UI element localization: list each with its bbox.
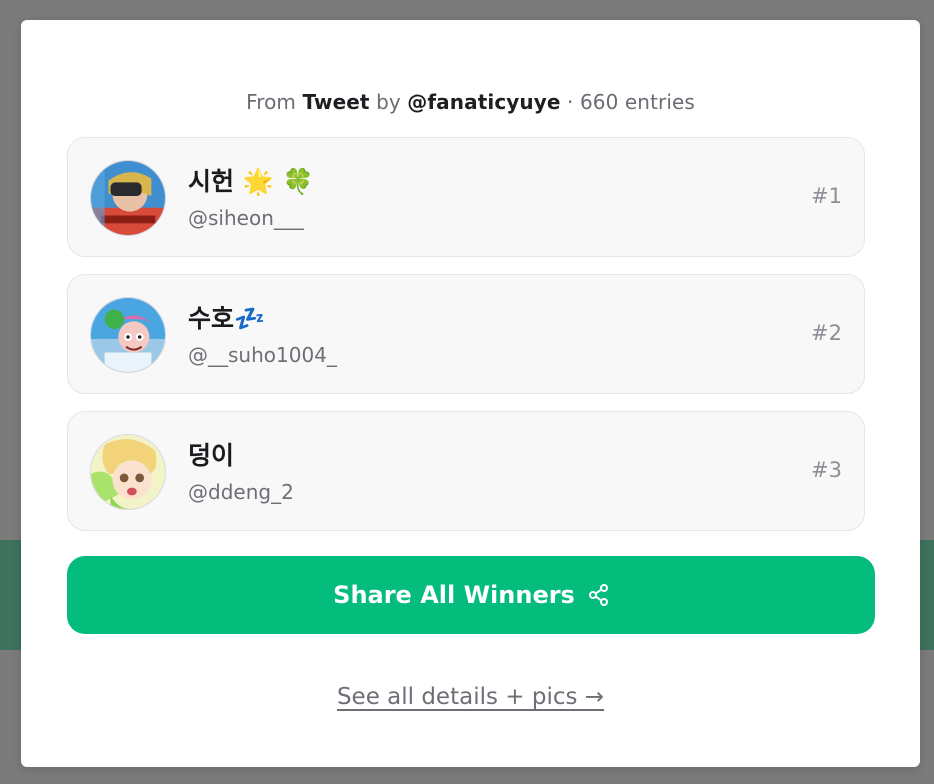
share-button-label: Share All Winners [333,581,575,609]
winner-card-1[interactable]: 시헌 🌟 🍀 @siheon___ #1 [67,137,865,257]
winner-rank: #1 [811,184,842,208]
winner-handle: @siheon___ [188,206,304,230]
winner-handle: @ddeng_2 [188,480,294,504]
source-separator: · [567,90,574,114]
avatar-photo-icon [90,160,166,236]
source-by: by [376,90,401,114]
source-type: Tweet [302,90,370,114]
winner-rank: #2 [811,321,842,345]
source-author: @fanaticyuye [407,90,561,114]
avatar-anime-icon [90,434,166,510]
share-icon [588,584,609,606]
winner-name: 덩이 [188,441,235,470]
see-all-details-link[interactable]: See all details + pics → [21,684,920,710]
winner-rank: #3 [811,458,842,482]
source-line: From Tweet by @fanaticyuye · 660 entries [21,90,920,114]
avatar-cartoon-icon [90,297,166,373]
entry-count: 660 entries [579,90,695,114]
winners-modal: From Tweet by @fanaticyuye · 660 entries… [21,20,920,767]
winner-name: 수호💤 [188,304,266,333]
winner-name: 시헌 🌟 🍀 [188,167,314,196]
source-prefix: From [246,90,297,114]
winner-handle: @__suho1004_ [188,343,337,367]
winner-card-2[interactable]: 수호💤 @__suho1004_ #2 [67,274,865,394]
share-all-winners-button[interactable]: Share All Winners [67,556,875,634]
winner-card-3[interactable]: 덩이 @ddeng_2 #3 [67,411,865,531]
